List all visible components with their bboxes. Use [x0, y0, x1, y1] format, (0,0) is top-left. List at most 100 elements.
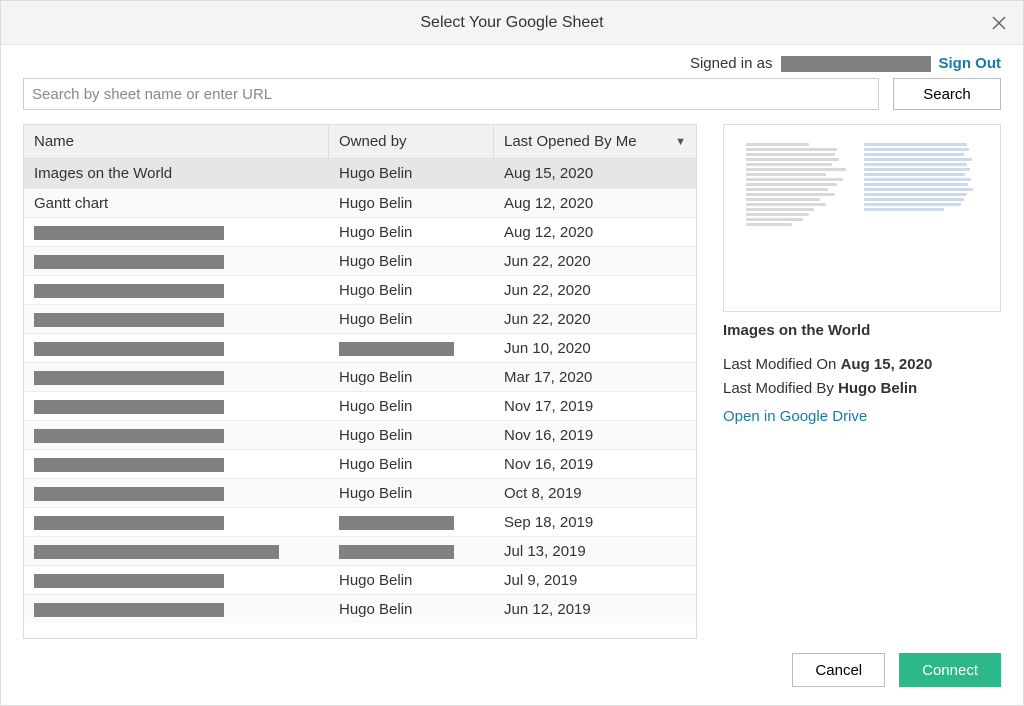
- cell-last-opened: Jul 9, 2019: [494, 567, 696, 594]
- redacted-name: [34, 400, 224, 414]
- cell-name: Gantt chart: [24, 190, 329, 217]
- dialog-body: Name Owned by Last Opened By Me ▼ Images…: [1, 124, 1023, 639]
- table-row[interactable]: Gantt chartHugo BelinAug 12, 2020: [24, 188, 696, 217]
- table-row[interactable]: Hugo BelinAug 12, 2020: [24, 217, 696, 246]
- table-row[interactable]: Images on the WorldHugo BelinAug 15, 202…: [24, 159, 696, 188]
- cell-owned-by: Hugo Belin: [329, 190, 494, 217]
- redacted-name: [34, 545, 279, 559]
- cell-name: [24, 248, 329, 275]
- search-row: Search: [1, 78, 1023, 124]
- cell-owned-by: Hugo Belin: [329, 160, 494, 187]
- cell-name: Images on the World: [24, 160, 329, 187]
- table-row[interactable]: Hugo BelinNov 16, 2019: [24, 449, 696, 478]
- cell-owned-by: Hugo Belin: [329, 277, 494, 304]
- redacted-name: [34, 603, 224, 617]
- table-row[interactable]: Hugo BelinNov 17, 2019: [24, 391, 696, 420]
- cell-owned-by: Hugo Belin: [329, 480, 494, 507]
- cell-owned-by: Hugo Belin: [329, 422, 494, 449]
- signin-row: Signed in as Sign Out: [1, 45, 1023, 78]
- redacted-name: [34, 371, 224, 385]
- table-row[interactable]: Hugo BelinMar 17, 2020: [24, 362, 696, 391]
- dialog-title: Select Your Google Sheet: [420, 14, 603, 32]
- table-row[interactable]: Jul 13, 2019: [24, 536, 696, 565]
- cell-owned-by: Hugo Belin: [329, 364, 494, 391]
- cell-owned-by: [329, 538, 494, 565]
- redacted-name: [34, 516, 224, 530]
- cell-owned-by: Hugo Belin: [329, 393, 494, 420]
- column-header-name[interactable]: Name: [24, 125, 329, 158]
- cell-owned-by: [329, 335, 494, 362]
- table-row[interactable]: Hugo BelinJun 12, 2019: [24, 594, 696, 623]
- cell-name: [24, 364, 329, 391]
- redacted-name: [34, 429, 224, 443]
- cell-last-opened: Sep 18, 2019: [494, 509, 696, 536]
- sort-desc-icon: ▼: [675, 136, 686, 148]
- cell-last-opened: Jun 22, 2020: [494, 248, 696, 275]
- redacted-name: [34, 458, 224, 472]
- redacted-name: [34, 574, 224, 588]
- sign-out-link[interactable]: Sign Out: [939, 55, 1002, 72]
- table-header: Name Owned by Last Opened By Me ▼: [24, 125, 696, 159]
- table-row[interactable]: Hugo BelinJun 22, 2020: [24, 275, 696, 304]
- cell-name: [24, 451, 329, 478]
- preview-title: Images on the World: [723, 322, 1001, 339]
- cell-last-opened: Jun 10, 2020: [494, 335, 696, 362]
- cell-last-opened: Aug 12, 2020: [494, 219, 696, 246]
- cell-last-opened: Nov 16, 2019: [494, 422, 696, 449]
- sheet-table: Name Owned by Last Opened By Me ▼ Images…: [23, 124, 697, 639]
- cell-name: [24, 596, 329, 623]
- redacted-name: [34, 487, 224, 501]
- preview-thumbnail: [723, 124, 1001, 312]
- signed-in-user-redacted: [781, 56, 931, 72]
- search-input[interactable]: [23, 78, 879, 110]
- cell-owned-by: Hugo Belin: [329, 596, 494, 623]
- cell-last-opened: Nov 17, 2019: [494, 393, 696, 420]
- cell-name: [24, 567, 329, 594]
- last-modified-on-label: Last Modified On: [723, 356, 836, 373]
- last-modified-on-value: Aug 15, 2020: [841, 356, 933, 373]
- cell-owned-by: Hugo Belin: [329, 219, 494, 246]
- cell-owned-by: [329, 509, 494, 536]
- google-sheet-dialog: Select Your Google Sheet Signed in as Si…: [0, 0, 1024, 706]
- close-icon[interactable]: [987, 11, 1011, 35]
- redacted-owner: [339, 516, 454, 530]
- cell-owned-by: Hugo Belin: [329, 306, 494, 333]
- cell-name: [24, 393, 329, 420]
- cell-name: [24, 509, 329, 536]
- dialog-titlebar: Select Your Google Sheet: [1, 1, 1023, 45]
- table-body: Images on the WorldHugo BelinAug 15, 202…: [24, 159, 696, 623]
- cancel-button[interactable]: Cancel: [792, 653, 885, 687]
- column-header-owned-by[interactable]: Owned by: [329, 125, 494, 158]
- redacted-name: [34, 284, 224, 298]
- search-button[interactable]: Search: [893, 78, 1001, 110]
- table-row[interactable]: Jun 10, 2020: [24, 333, 696, 362]
- last-modified-on-row: Last Modified On Aug 15, 2020: [723, 353, 1001, 377]
- cell-name: [24, 277, 329, 304]
- column-header-last-opened-label: Last Opened By Me: [504, 133, 637, 150]
- table-row[interactable]: Hugo BelinNov 16, 2019: [24, 420, 696, 449]
- connect-button[interactable]: Connect: [899, 653, 1001, 687]
- cell-name: [24, 480, 329, 507]
- last-modified-by-value: Hugo Belin: [838, 380, 917, 397]
- cell-name: [24, 335, 329, 362]
- cell-last-opened: Aug 15, 2020: [494, 160, 696, 187]
- redacted-owner: [339, 342, 454, 356]
- cell-last-opened: Jun 22, 2020: [494, 306, 696, 333]
- table-row[interactable]: Hugo BelinJun 22, 2020: [24, 246, 696, 275]
- column-header-last-opened[interactable]: Last Opened By Me ▼: [494, 125, 696, 158]
- redacted-name: [34, 226, 224, 240]
- dialog-footer: Cancel Connect: [1, 639, 1023, 705]
- last-modified-by-row: Last Modified By Hugo Belin: [723, 377, 1001, 401]
- table-row[interactable]: Sep 18, 2019: [24, 507, 696, 536]
- cell-name: [24, 538, 329, 565]
- open-in-drive-link[interactable]: Open in Google Drive: [723, 405, 867, 429]
- cell-name: [24, 219, 329, 246]
- table-row[interactable]: Hugo BelinOct 8, 2019: [24, 478, 696, 507]
- table-row[interactable]: Hugo BelinJun 22, 2020: [24, 304, 696, 333]
- cell-owned-by: Hugo Belin: [329, 567, 494, 594]
- signed-in-as-label: Signed in as: [690, 55, 773, 72]
- preview-panel: Images on the World Last Modified On Aug…: [723, 124, 1001, 639]
- table-row[interactable]: Hugo BelinJul 9, 2019: [24, 565, 696, 594]
- cell-last-opened: Jun 12, 2019: [494, 596, 696, 623]
- cell-name: [24, 422, 329, 449]
